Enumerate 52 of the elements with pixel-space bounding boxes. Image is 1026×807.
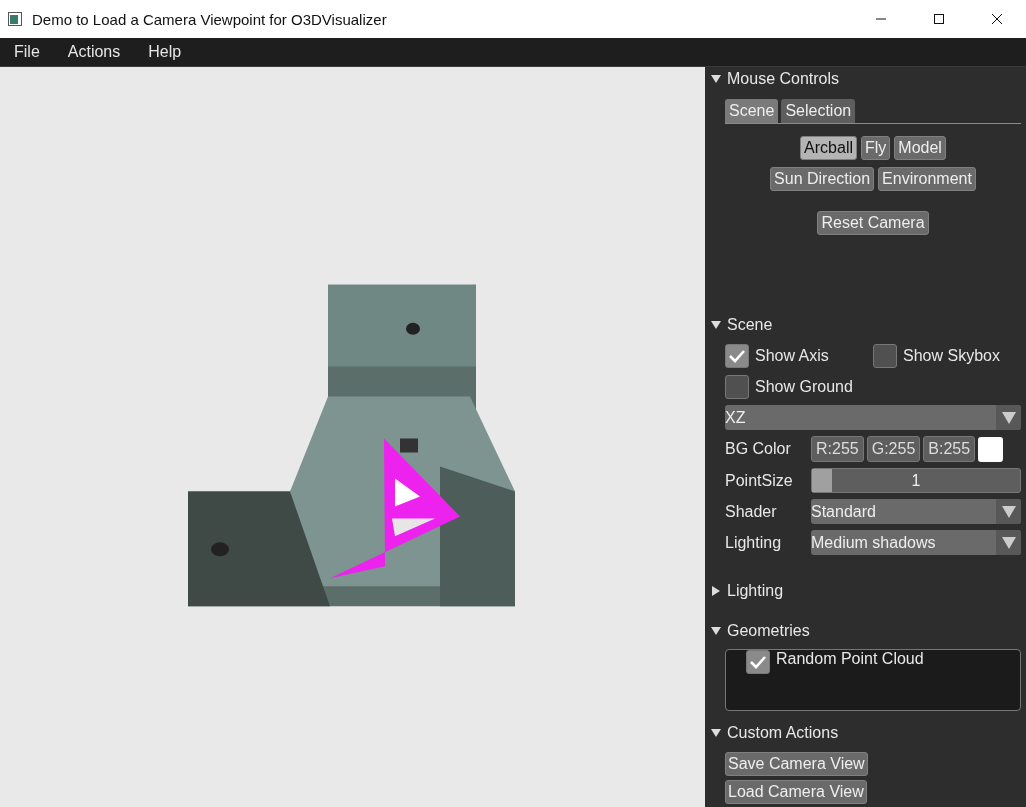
action-button[interactable]: Load Camera View — [725, 780, 867, 804]
checkbox-label: Show Skybox — [903, 347, 1000, 365]
mode-button[interactable]: Model — [894, 136, 946, 160]
action-button[interactable]: Save Camera View — [725, 752, 868, 776]
expanded-arrow-icon[interactable] — [711, 728, 721, 738]
tab[interactable]: Scene — [725, 99, 779, 123]
checkbox[interactable] — [725, 375, 749, 399]
plane-dropdown[interactable]: XZ — [725, 405, 1021, 430]
expanded-arrow-icon[interactable] — [711, 320, 721, 330]
color-channel-field[interactable]: G:255 — [866, 436, 921, 462]
section-header[interactable]: Custom Actions — [727, 724, 839, 742]
checkbox[interactable] — [725, 344, 749, 368]
reset-camera-button[interactable]: Reset Camera — [817, 211, 929, 235]
dropdown-arrow-icon — [1001, 505, 1016, 518]
lighting-dropdown[interactable]: Medium shadows — [811, 530, 1021, 555]
checkbox-label: Show Ground — [755, 378, 853, 396]
checkmark-icon — [729, 349, 745, 363]
checkmark-icon — [750, 655, 766, 669]
shader-dropdown[interactable]: Standard — [811, 499, 1021, 524]
section-header[interactable]: Lighting — [727, 582, 784, 600]
expanded-arrow-icon[interactable] — [711, 626, 721, 636]
point-size-slider[interactable]: 1 — [811, 468, 1021, 493]
mode-button[interactable]: Sun Direction — [770, 167, 875, 191]
tab[interactable]: Selection — [781, 99, 856, 123]
section-header[interactable]: Geometries — [727, 622, 810, 640]
checkbox[interactable] — [873, 344, 897, 368]
mode-button[interactable]: Arcball — [800, 136, 857, 160]
section-header[interactable]: Scene — [727, 316, 773, 334]
menu-item[interactable]: Actions — [59, 43, 129, 61]
expanded-arrow-icon[interactable] — [711, 74, 721, 84]
field-label: Shader — [725, 502, 778, 521]
mode-button[interactable]: Fly — [861, 136, 891, 160]
geometry-label[interactable]: Random Point Cloud — [776, 650, 924, 668]
color-channel-field[interactable]: B:255 — [923, 436, 976, 462]
collapsed-arrow-icon[interactable] — [711, 586, 721, 596]
section-header[interactable]: Mouse Controls — [727, 70, 840, 88]
field-label: Lighting — [725, 533, 783, 552]
mode-button[interactable]: Environment — [878, 167, 976, 191]
close-icon[interactable] — [991, 13, 1003, 25]
field-label: BG Color — [725, 440, 792, 458]
maximize-icon[interactable] — [933, 13, 945, 25]
color-swatch[interactable] — [978, 436, 1004, 462]
color-channel-field[interactable]: R:255 — [811, 436, 864, 462]
menu-item[interactable]: Help — [140, 43, 190, 61]
dropdown-arrow-icon — [1001, 536, 1016, 549]
window-title: Demo to Load a Camera Viewpoint for O3DVisualizer — [32, 10, 388, 28]
dropdown-arrow-icon — [1001, 411, 1016, 424]
checkbox-label: Show Axis — [755, 347, 829, 365]
menu-item[interactable]: File — [6, 43, 48, 61]
app-icon — [8, 12, 22, 26]
field-label: PointSize — [725, 471, 794, 490]
checkbox[interactable] — [746, 650, 770, 674]
